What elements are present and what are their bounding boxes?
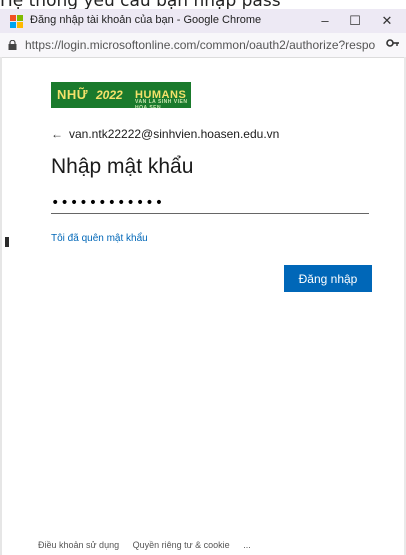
terms-link[interactable]: Điều khoản sử dụng (38, 540, 119, 550)
chrome-app-icon (10, 15, 24, 29)
url-text[interactable]: https://login.microsoftonline.com/common… (25, 38, 380, 52)
close-button[interactable]: ✕ (372, 11, 402, 31)
back-arrow-icon[interactable]: ← (51, 127, 63, 141)
password-field[interactable] (51, 193, 369, 214)
lock-icon (8, 40, 17, 50)
maximize-button[interactable]: ☐ (340, 11, 370, 31)
account-email: van.ntk22222@sinhvien.hoasen.edu.vn (69, 127, 280, 141)
footer: Điều khoản sử dụng Quyền riêng tư & cook… (38, 540, 262, 550)
window-titlebar[interactable]: Đăng nhập tài khoản của bạn - Google Chr… (0, 9, 406, 33)
organization-logo: NHỮ 2022 HUMANS VAN LA SINH VIEN HOA SEN (51, 82, 191, 108)
key-icon[interactable] (386, 37, 400, 49)
window-title: Đăng nhập tài khoản của bạn - Google Chr… (30, 14, 262, 26)
background-window-edge (5, 237, 9, 247)
forgot-password-link[interactable]: Tôi đã quên mật khẩu (51, 233, 148, 244)
logo-subtitle-text: VAN LA SINH VIEN HOA SEN (135, 99, 188, 108)
account-row[interactable]: ← van.ntk22222@sinhvien.hoasen.edu.vn (51, 127, 279, 141)
sign-in-button[interactable]: Đăng nhập (284, 265, 372, 292)
page-title: Nhập mật khẩu (51, 155, 194, 178)
privacy-link[interactable]: Quyền riêng tư & cookie (133, 540, 230, 550)
address-bar[interactable]: https://login.microsoftonline.com/common… (0, 33, 406, 58)
minimize-button[interactable]: – (310, 11, 340, 31)
logo-year-text: 2022 (96, 88, 123, 102)
more-options-button[interactable]: ... (243, 540, 251, 550)
logo-primary-text: NHỮ (57, 87, 89, 102)
left-border (0, 57, 2, 555)
